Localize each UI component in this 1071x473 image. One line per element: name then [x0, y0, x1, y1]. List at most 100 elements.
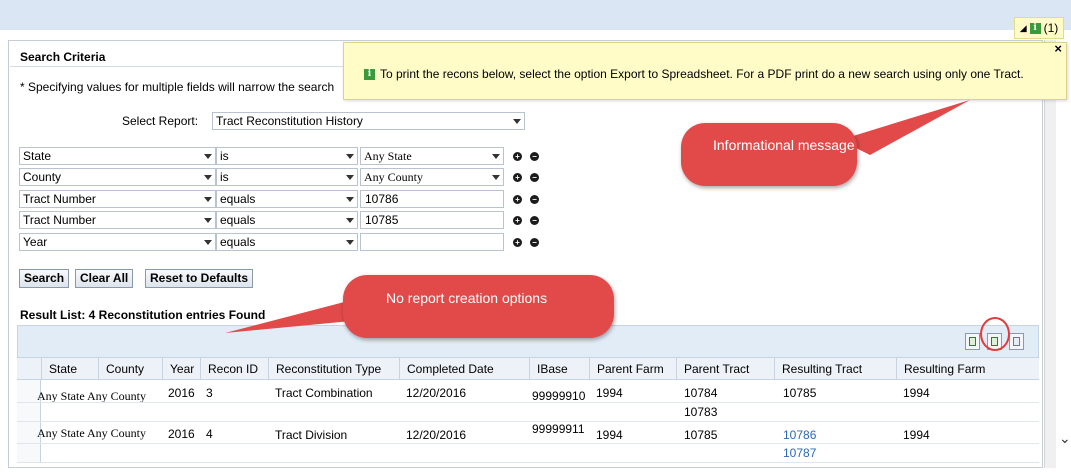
tooltip-text: To print the recons below, select the op…: [380, 67, 1024, 81]
criteria-field-value: Tract Number: [23, 213, 96, 227]
criteria-operator-value: is: [220, 149, 229, 163]
remove-row-icon[interactable]: −: [530, 238, 539, 247]
add-row-icon[interactable]: +: [513, 173, 522, 182]
chevron-down-icon: [343, 191, 357, 207]
completed-date-cell: 12/20/2016: [406, 428, 467, 442]
settings-icon[interactable]: [1009, 333, 1024, 350]
vertical-scrollbar[interactable]: [1044, 40, 1056, 468]
cursor-icon: ◢: [1019, 22, 1027, 33]
column-header[interactable]: Completed Date: [399, 358, 529, 380]
criteria-field-dropdown[interactable]: County: [19, 168, 216, 186]
ibase-cell: 99999911: [532, 422, 585, 436]
remove-row-icon[interactable]: −: [530, 195, 539, 204]
parent-tract-cell: 10783: [684, 405, 718, 419]
criteria-operator-dropdown[interactable]: equals: [216, 190, 358, 208]
resulting-tract-link[interactable]: 10787: [783, 446, 816, 460]
criteria-value-dropdown[interactable]: Any State: [360, 147, 504, 165]
add-row-icon[interactable]: +: [513, 216, 522, 225]
recon-id-cell: 4: [206, 427, 213, 441]
no-report-callout: No report creation options: [343, 275, 614, 338]
message-count: (1): [1043, 21, 1059, 35]
criteria-field-dropdown[interactable]: Tract Number: [19, 211, 216, 229]
remove-row-icon[interactable]: −: [530, 173, 539, 182]
search-hint: * Specifying values for multiple fields …: [20, 80, 335, 94]
chevron-down-icon: [489, 148, 503, 164]
add-row-icon[interactable]: +: [513, 195, 522, 204]
search-criteria-title: Search Criteria: [20, 50, 106, 64]
criteria-operator-value: equals: [220, 213, 256, 227]
info-tooltip: × i To print the recons below, select th…: [343, 41, 1067, 100]
chevron-down-icon: [201, 169, 215, 185]
resulting-farm-cell: 1994: [903, 386, 930, 400]
chevron-down-icon: [489, 169, 503, 185]
chevron-down-icon: [201, 191, 215, 207]
resulting-tract-link[interactable]: 10786: [783, 428, 816, 442]
column-header[interactable]: IBase: [529, 358, 589, 380]
clear-all-button[interactable]: Clear All: [75, 269, 134, 288]
parent-tract-cell: 10785: [684, 428, 718, 442]
row-divider: [17, 443, 1039, 444]
chevron-down-icon: [201, 148, 215, 164]
criteria-operator-dropdown[interactable]: equals: [216, 211, 358, 229]
chevron-down-icon: [201, 234, 215, 250]
parent-tract-cell: 10784: [684, 386, 718, 400]
column-header[interactable]: Parent Farm: [589, 358, 676, 380]
criteria-value: Any State: [364, 149, 412, 163]
criteria-field-dropdown[interactable]: State: [19, 147, 216, 165]
close-icon[interactable]: ×: [1054, 41, 1062, 56]
row-divider: [17, 421, 1039, 422]
column-header[interactable]: County: [98, 358, 162, 380]
scroll-down-icon[interactable]: ⌄: [1059, 430, 1071, 447]
criteria-operator-dropdown[interactable]: equals: [216, 233, 358, 251]
criteria-operator-dropdown[interactable]: is: [216, 147, 358, 165]
select-report-value: Tract Reconstitution History: [216, 114, 363, 128]
column-header[interactable]: State: [41, 358, 98, 380]
year-cell: 2016: [168, 427, 195, 441]
search-button[interactable]: Search: [19, 269, 70, 288]
add-row-icon[interactable]: +: [513, 238, 522, 247]
column-header[interactable]: Reconstitution Type: [268, 358, 399, 380]
row-divider: [17, 462, 1039, 463]
message-indicator[interactable]: ◢ i (1): [1014, 17, 1064, 39]
criteria-operator-dropdown[interactable]: is: [216, 168, 358, 186]
year-cell: 2016: [168, 386, 195, 400]
criteria-value-input[interactable]: [360, 233, 504, 251]
chevron-down-icon: [343, 212, 357, 228]
criteria-field-value: Tract Number: [23, 192, 96, 206]
column-header[interactable]: Parent Tract: [676, 358, 774, 380]
ibase-cell: 99999910: [532, 389, 586, 403]
column-header[interactable]: Resulting Tract: [774, 358, 896, 380]
chevron-down-icon: [343, 148, 357, 164]
recon-id-cell: 3: [206, 386, 213, 400]
criteria-value-input[interactable]: 10785: [360, 211, 504, 229]
chevron-down-icon: [201, 212, 215, 228]
criteria-value-dropdown[interactable]: Any County: [360, 168, 504, 186]
result-list-title: Result List: 4 Reconstitution entries Fo…: [20, 308, 266, 322]
add-row-icon[interactable]: +: [513, 152, 522, 161]
criteria-field-value: County: [23, 170, 62, 184]
divider: [10, 66, 346, 67]
parent-farm-cell: 1994: [596, 386, 623, 400]
parent-farm-cell: 1994: [596, 428, 623, 442]
select-report-dropdown[interactable]: Tract Reconstitution History: [212, 112, 525, 130]
column-header[interactable]: Recon ID: [200, 358, 268, 380]
highlight-circle: [980, 317, 1010, 351]
chevron-down-icon: [343, 169, 357, 185]
criteria-field-dropdown[interactable]: Year: [19, 233, 216, 251]
report-icon[interactable]: [965, 333, 980, 350]
criteria-value: Any County: [364, 170, 424, 184]
info-icon: i: [364, 68, 375, 80]
criteria-field-value: Year: [23, 235, 48, 249]
top-bar: [0, 0, 1071, 30]
row-divider: [17, 402, 1039, 403]
reset-to-defaults-button[interactable]: Reset to Defaults: [145, 269, 254, 288]
chevron-down-icon: [510, 113, 524, 129]
remove-row-icon[interactable]: −: [530, 216, 539, 225]
criteria-operator-value: equals: [220, 192, 256, 206]
column-header[interactable]: Resulting Farm: [896, 358, 1039, 380]
criteria-field-dropdown[interactable]: Tract Number: [19, 190, 216, 208]
resulting-tract-cell: 10785: [783, 386, 817, 400]
criteria-value-input[interactable]: 10786: [360, 190, 504, 208]
column-header[interactable]: Year: [162, 358, 200, 380]
remove-row-icon[interactable]: −: [530, 152, 539, 161]
